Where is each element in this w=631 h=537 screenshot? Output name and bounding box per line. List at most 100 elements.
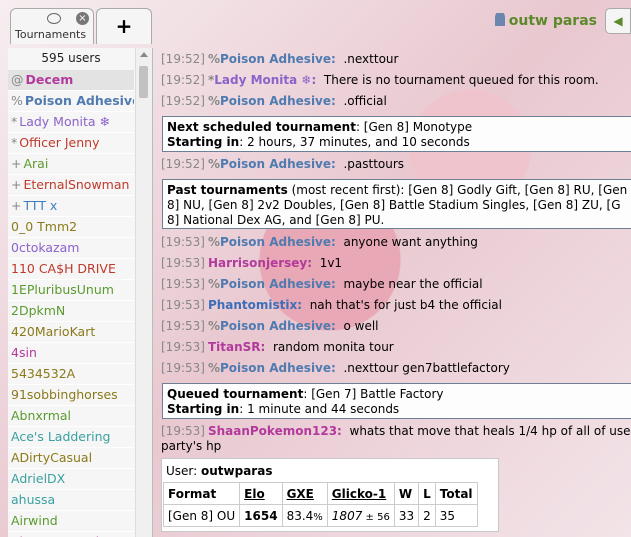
user-name: Poison Adhesive [24, 93, 134, 108]
user-list-item[interactable]: 4sin [8, 342, 134, 363]
user-list-item[interactable]: ADirtyCasual [8, 447, 134, 468]
column-header[interactable]: Elo [239, 482, 283, 505]
elo-value: 1654 [244, 508, 278, 523]
column-header: Format [162, 482, 241, 505]
user-list-item[interactable]: 110 CA$H DRIVE [8, 258, 134, 279]
table-header-row: Format Elo GXE Glicko-1 W L Total [162, 482, 478, 505]
user-rank: + [11, 177, 22, 192]
user-list-item[interactable]: Ace's Laddering [8, 426, 134, 447]
glicko-deviation: ± 56 [362, 511, 390, 523]
chat-message: [19:52] *Lady Monita ❄: There is no tourn… [161, 73, 599, 87]
column-header: W [393, 482, 420, 505]
user-list-item[interactable]: 91sobbinghorses [8, 384, 134, 405]
message-author[interactable]: TitanSR: [208, 340, 265, 354]
message-author[interactable]: Poison Adhesive: [220, 319, 336, 333]
close-tab-icon[interactable]: × [76, 12, 89, 25]
user-rank: * [11, 135, 18, 150]
user-icon [494, 13, 505, 26]
timestamp: [19:52] [161, 94, 205, 108]
message-text: o well [343, 319, 379, 333]
chat-message: [19:52] %Poison Adhesive: .pasttours [161, 157, 404, 171]
user-name: TTT x [23, 198, 58, 213]
column-header[interactable]: GXE [281, 482, 328, 505]
message-author[interactable]: Phantomistix: [208, 298, 302, 312]
user-list-item[interactable]: Akame-Temari [8, 531, 134, 537]
plus-icon: + [115, 14, 133, 38]
column-header[interactable]: Glicko-1 [326, 482, 395, 505]
user-list-item[interactable]: 5434532A [8, 363, 134, 384]
user-list-item[interactable]: * Lady Monita ❄ [8, 111, 134, 132]
glicko-cell: 1807 ± 56 [326, 504, 395, 527]
user-list-scrollbar[interactable] [135, 48, 152, 537]
sound-button[interactable]: ◀ [605, 8, 631, 34]
infobox-line: 8] National Dex AG, and [Gen 8] PU. [167, 213, 385, 227]
infobox-label: Starting in [167, 135, 240, 149]
glicko-value: 1807 [331, 508, 363, 523]
total-cell: 35 [434, 504, 478, 527]
user-list-item[interactable]: + TTT x [8, 195, 134, 216]
username: outw paras [508, 13, 597, 29]
message-author[interactable]: Poison Adhesive: [220, 52, 336, 66]
user-rank: % [207, 361, 220, 375]
user-list-item[interactable]: 420MarioKart [8, 321, 134, 342]
chat-message: [19:53] Phantomistix: nah that's for just… [161, 298, 502, 312]
message-author[interactable]: ShaanPokemon123: [208, 424, 342, 438]
user-list-item[interactable]: 0ctokazam [8, 237, 134, 258]
scroll-thumb[interactable] [139, 66, 148, 98]
user-name: Abnxrmal [11, 408, 72, 423]
losses-cell: 2 [418, 504, 436, 527]
message-text: random monita tour [272, 340, 394, 354]
infobox-line: 8] NU, [Gen 8] 2v2 Doubles, [Gen 8] Batt… [167, 198, 621, 212]
wins-cell: 33 [393, 504, 420, 527]
infobox-value: : 2 hours, 37 minutes, and 10 seconds [239, 135, 470, 149]
message-text: .nexttour gen7battlefactory [343, 361, 510, 375]
message-author[interactable]: Poison Adhesive: [220, 361, 336, 375]
scroll-up-icon[interactable] [140, 52, 148, 57]
user-rank: @ [11, 72, 24, 87]
timestamp: [19:53] [161, 424, 205, 438]
user-list-item[interactable]: 0_0 Tmm2 [8, 216, 134, 237]
user-list-item[interactable]: Airwind [8, 510, 134, 531]
user-count[interactable]: 595 users [8, 48, 134, 68]
message-author[interactable]: Lady Monita ❄: [214, 73, 316, 87]
infobox-value: : 1 minute and 44 seconds [239, 402, 400, 416]
user-name: 2DpkmN [11, 303, 66, 318]
user-list-item[interactable]: % Poison Adhesive [8, 90, 134, 111]
message-text: party's hp [161, 439, 222, 453]
format-cell: [Gen 8] OU [162, 504, 241, 527]
user-rank: + [11, 198, 22, 213]
chat-message: [19:53] %Poison Adhesive: anyone want any… [161, 235, 478, 249]
tab-tournaments[interactable]: × Tournaments [10, 8, 94, 44]
timestamp: [19:53] [161, 277, 205, 291]
user-rank: % [207, 235, 220, 249]
user-list-item[interactable]: Abnxrmal [8, 405, 134, 426]
user-list-item[interactable]: + Arai [8, 153, 134, 174]
user-name: ADirtyCasual [11, 450, 93, 465]
message-text: There is no tournament queued for this r… [323, 73, 599, 87]
current-user[interactable]: outw paras [494, 13, 597, 29]
user-name: 5434532A [11, 366, 76, 381]
add-tab-button[interactable]: + [96, 8, 152, 44]
message-author[interactable]: Poison Adhesive: [220, 277, 336, 291]
user-list-item[interactable]: * Officer Jenny [8, 132, 134, 153]
user-list-item[interactable]: @ Decem [8, 70, 134, 90]
chat-message: [19:53] %Poison Adhesive: o well [161, 319, 379, 333]
user-list-item[interactable]: ahussa [8, 489, 134, 510]
message-author[interactable]: Poison Adhesive: [220, 157, 336, 171]
user-name: Decem [25, 72, 74, 87]
message-author[interactable]: Harrisonjersey: [208, 256, 312, 270]
message-text: nah that's for just b4 the official [309, 298, 502, 312]
user-list-panel: 595 users @ Decem% Poison Adhesive * Lady Mo… [8, 48, 153, 537]
infobox-label: Next scheduled tournament [167, 120, 356, 134]
message-author[interactable]: Poison Adhesive: [220, 94, 336, 108]
message-text: maybe near the official [343, 277, 483, 291]
infobox-label: Past tournaments [167, 183, 288, 197]
user-list-item[interactable]: 2DpkmN [8, 300, 134, 321]
user-list-item[interactable]: AdrielDX [8, 468, 134, 489]
infobox-line: Starting in: 1 minute and 44 seconds [167, 402, 631, 417]
user-list-item[interactable]: + EternalSnowman [8, 174, 134, 195]
message-text: .nexttour [343, 52, 399, 66]
message-author[interactable]: Poison Adhesive: [220, 235, 336, 249]
user-name[interactable]: outwparas [201, 464, 272, 478]
user-list-item[interactable]: 1EPluribusUnum [8, 279, 134, 300]
